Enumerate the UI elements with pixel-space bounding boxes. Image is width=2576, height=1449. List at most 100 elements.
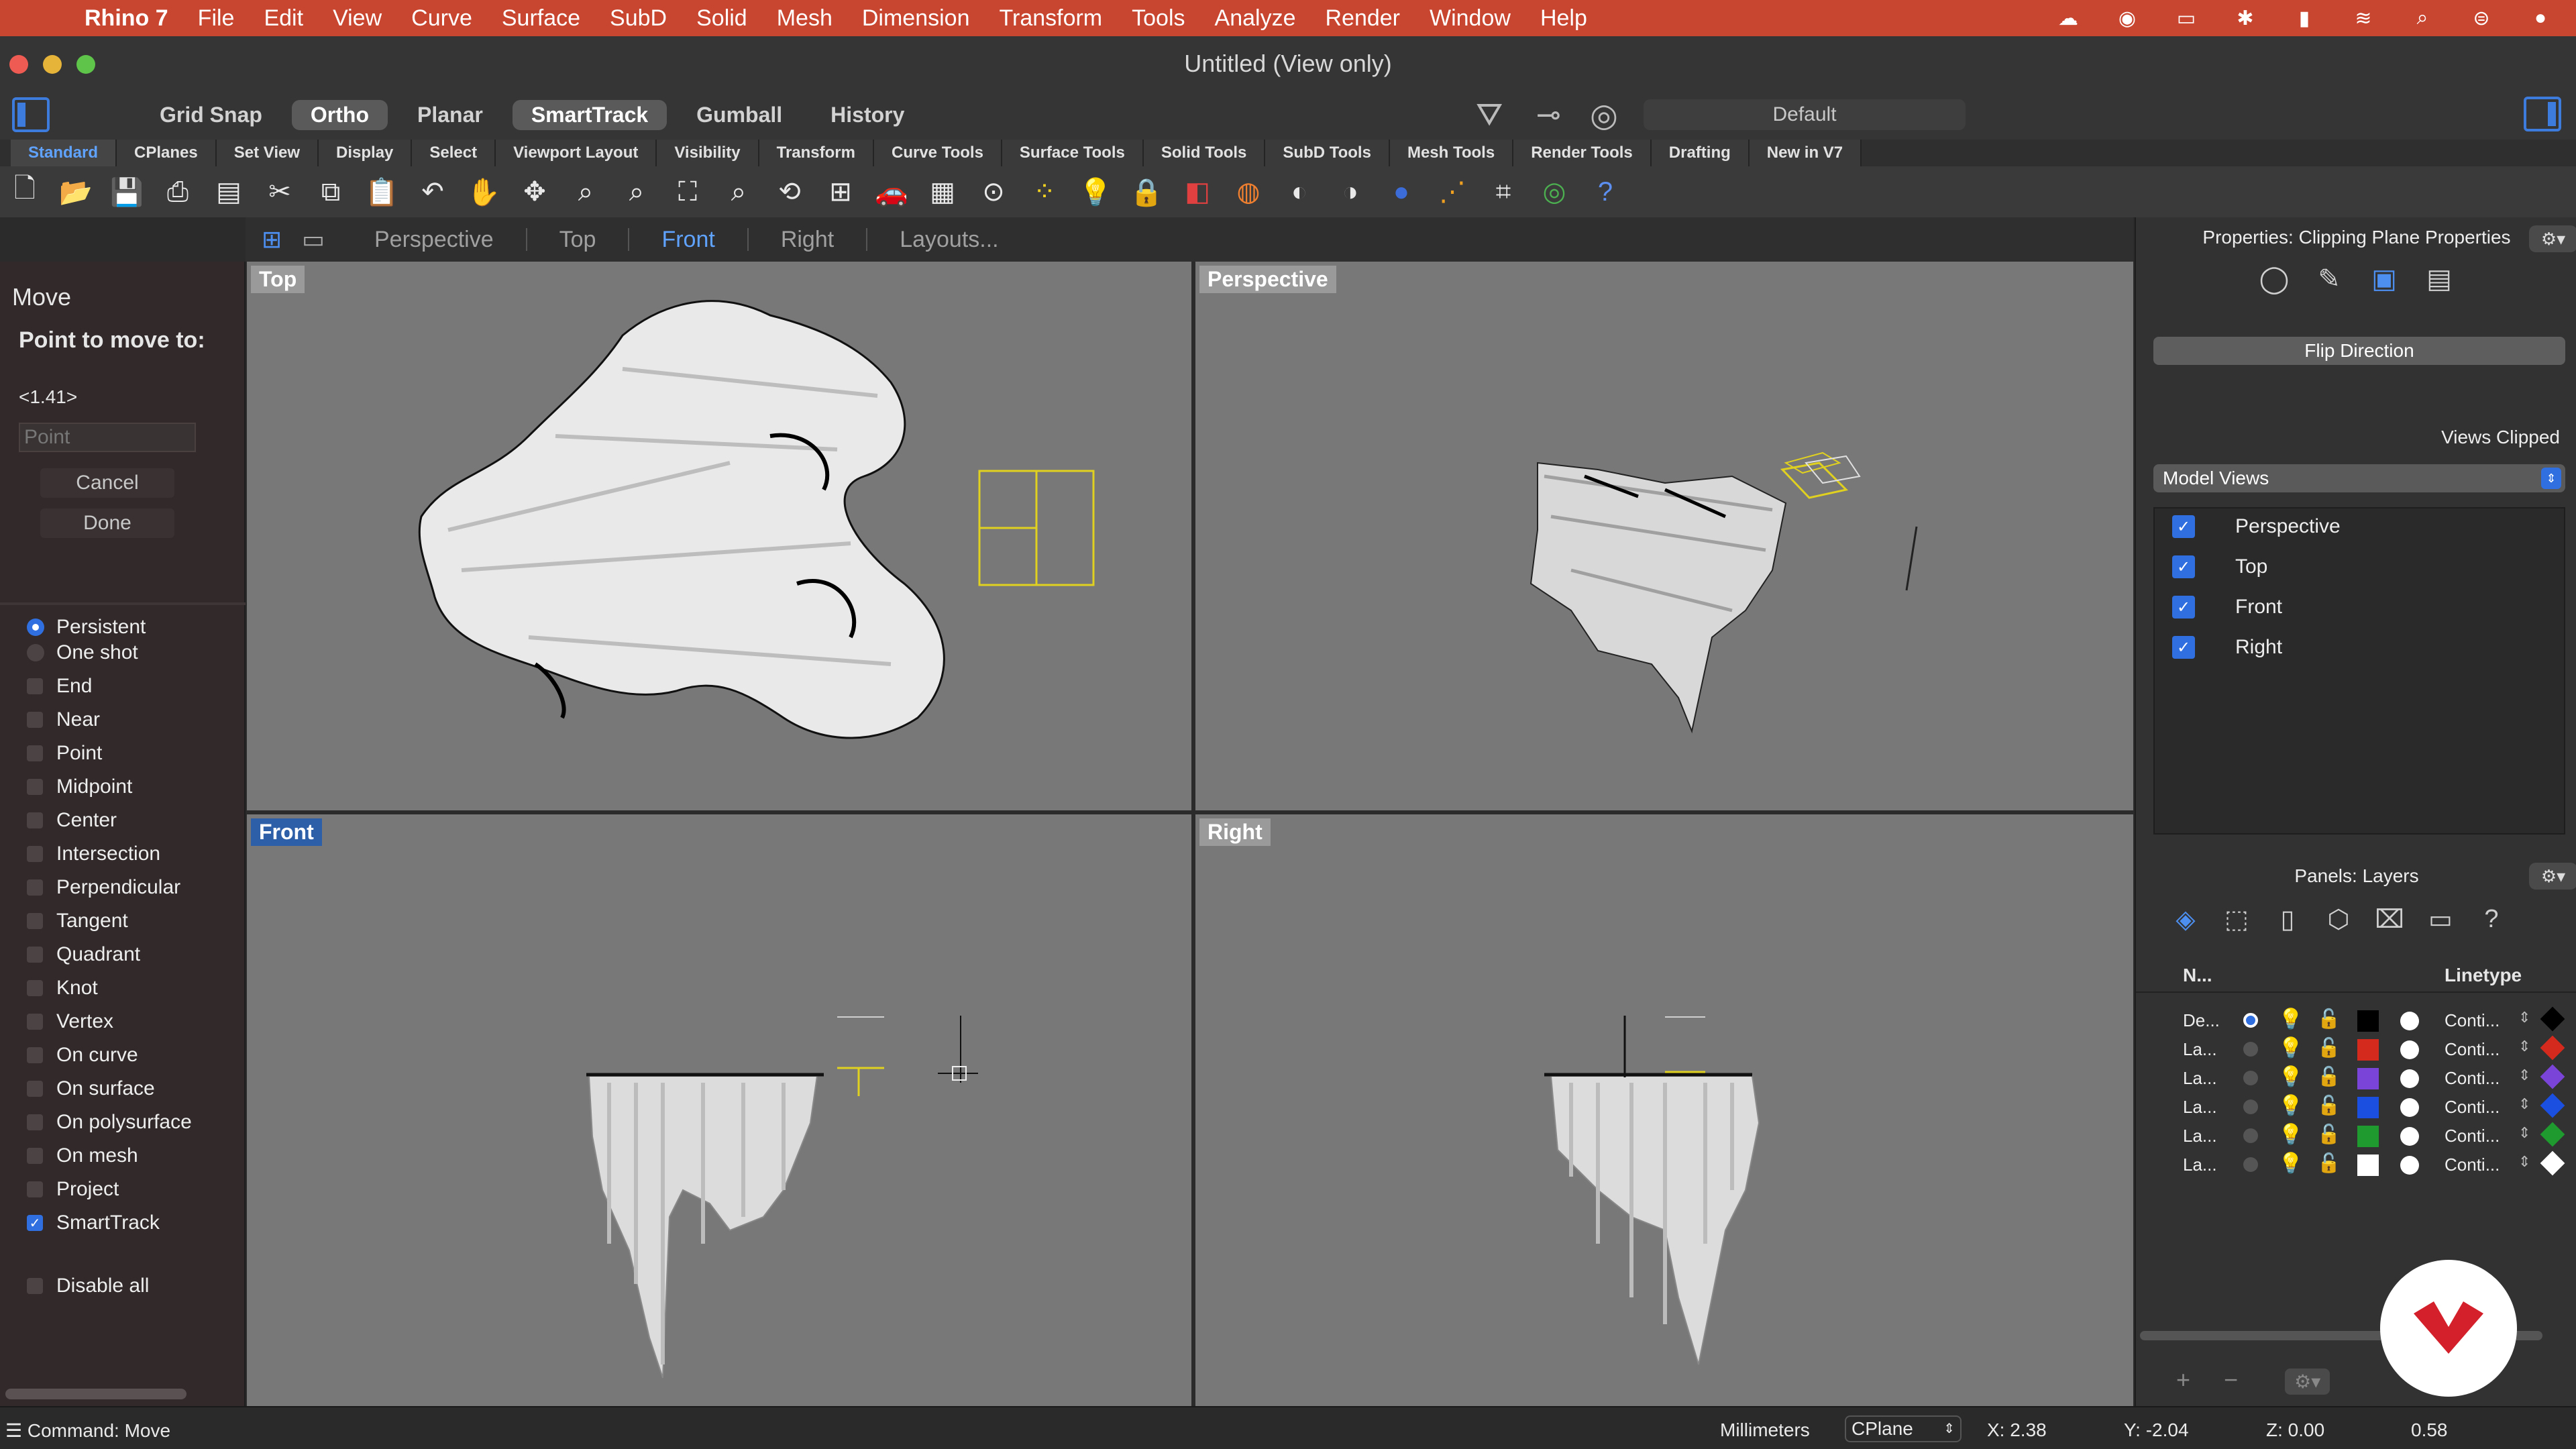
tab-mesh-tools[interactable]: Mesh Tools <box>1389 140 1514 166</box>
osnap-quadrant[interactable]: Quadrant <box>27 943 140 966</box>
properties-gear-icon[interactable]: ⚙▾ <box>2529 225 2576 252</box>
material-icon[interactable] <box>2400 1098 2419 1117</box>
layer-name[interactable]: La... <box>2183 1097 2217 1118</box>
checkbox-checked-icon[interactable]: ✓ <box>2172 596 2195 619</box>
checkbox-icon[interactable] <box>27 745 43 761</box>
block-icon[interactable]: ⬡ <box>2322 903 2355 935</box>
tab-display[interactable]: Display <box>319 140 413 166</box>
copy-icon[interactable]: ⧉ <box>313 174 349 210</box>
gumball-toggle[interactable]: Gumball <box>678 100 801 130</box>
tab-new-in-v7[interactable]: New in V7 <box>1749 140 1862 166</box>
panel-scrollbar[interactable] <box>5 1389 186 1399</box>
light-bulb-icon[interactable]: 💡 <box>1077 174 1114 210</box>
viewport-perspective[interactable]: Perspective <box>1195 262 2133 810</box>
siri-icon[interactable]: ● <box>2525 5 2556 32</box>
control-center-icon[interactable]: ⊜ <box>2466 5 2497 32</box>
menu-app[interactable]: Rhino 7 <box>85 5 168 32</box>
shaded-sphere-icon[interactable]: ◐ <box>1281 174 1318 210</box>
menu-dimension[interactable]: Dimension <box>862 5 970 32</box>
view-item-top[interactable]: ✓ Top <box>2172 555 2267 578</box>
osnap-knot[interactable]: Knot <box>27 977 98 1000</box>
menu-solid[interactable]: Solid <box>696 5 747 32</box>
current-layer-icon[interactable] <box>2243 1128 2258 1143</box>
osnap-tangent[interactable]: Tangent <box>27 910 128 932</box>
checkbox-icon[interactable] <box>27 1181 43 1197</box>
left-sidebar-toggle-icon[interactable] <box>12 97 50 132</box>
tab-drafting[interactable]: Drafting <box>1651 140 1750 166</box>
display-icon[interactable]: ⬚ <box>2220 903 2253 935</box>
osnap-one-shot[interactable]: One shot <box>27 641 138 664</box>
menu-surface[interactable]: Surface <box>502 5 580 32</box>
layer-color-swatch[interactable] <box>2357 1155 2379 1176</box>
checkbox-checked-icon[interactable]: ✓ <box>27 1215 43 1231</box>
osnap-persistent[interactable]: Persistent <box>27 616 146 639</box>
layer-linetype[interactable]: Conti... <box>2445 1039 2500 1060</box>
tab-surface-tools[interactable]: Surface Tools <box>1002 140 1144 166</box>
planar-toggle[interactable]: Planar <box>398 100 502 130</box>
page-icon[interactable]: ▯ <box>2271 903 2304 935</box>
light-bulb-icon[interactable]: 💡 <box>2278 1008 2303 1031</box>
layer-color-swatch[interactable] <box>2357 1097 2379 1118</box>
help-icon[interactable]: ? <box>2475 903 2508 935</box>
car-icon[interactable]: 🚗 <box>873 174 910 210</box>
radio-icon[interactable] <box>27 644 44 661</box>
osnap-on-mesh[interactable]: On mesh <box>27 1144 138 1167</box>
layer-col-linetype[interactable]: Linetype <box>2445 965 2522 986</box>
current-layer-icon[interactable] <box>2243 1099 2258 1114</box>
remove-layer-icon[interactable]: − <box>2224 1366 2238 1393</box>
dim-icon[interactable]: ⋰ <box>1434 174 1470 210</box>
material-icon[interactable] <box>2400 1156 2419 1175</box>
menu-curve[interactable]: Curve <box>411 5 472 32</box>
viewport-label-right[interactable]: Right <box>1199 818 1271 846</box>
viewport-top[interactable]: Top <box>247 262 1191 810</box>
print-color-icon[interactable] <box>2540 1006 2565 1032</box>
properties-page-icon[interactable]: ▤ <box>211 174 247 210</box>
points-on-icon[interactable]: ⁘ <box>1026 174 1063 210</box>
layer-row[interactable]: La... 💡 🔓 Conti... ⇕ <box>2136 1034 2576 1062</box>
lock-icon[interactable]: 🔒 <box>1128 174 1165 210</box>
point-input[interactable]: Point <box>19 423 196 452</box>
cancel-button[interactable]: Cancel <box>40 468 174 498</box>
vp-tab-perspective[interactable]: Perspective <box>342 228 527 251</box>
layer-linetype[interactable]: Conti... <box>2445 1097 2500 1118</box>
select-arrows-icon[interactable]: ⇕ <box>2541 468 2561 489</box>
rendered-sphere-icon[interactable]: ◑ <box>1332 174 1368 210</box>
add-layer-icon[interactable]: + <box>2176 1366 2190 1393</box>
display-icon[interactable]: ▭ <box>2171 5 2202 32</box>
lock-icon[interactable]: 🔓 <box>2317 1036 2341 1059</box>
menu-tools[interactable]: Tools <box>1132 5 1185 32</box>
select-arrows-icon[interactable]: ⇕ <box>2518 1095 2530 1113</box>
cloud-icon[interactable]: ☁ <box>2053 5 2084 32</box>
current-layer-icon[interactable] <box>2243 1071 2258 1085</box>
command-line[interactable]: ☰ Command: Move <box>5 1419 170 1442</box>
viewport-label-top[interactable]: Top <box>251 266 305 293</box>
select-filter-icon[interactable]: ⌗ <box>1485 174 1521 210</box>
osnap-midpoint[interactable]: Midpoint <box>27 775 132 798</box>
single-viewport-icon[interactable]: ▭ <box>302 225 342 254</box>
rotate-view-icon[interactable]: ✥ <box>517 174 553 210</box>
menu-window[interactable]: Window <box>1430 5 1511 32</box>
osnap-on-curve[interactable]: On curve <box>27 1044 138 1067</box>
checkbox-checked-icon[interactable]: ✓ <box>2172 555 2195 578</box>
checkbox-icon[interactable] <box>27 1114 43 1130</box>
lock-icon[interactable]: 🔓 <box>2317 1008 2341 1030</box>
zoom-window-icon[interactable]: ⌕ <box>619 174 655 210</box>
menu-subd[interactable]: SubD <box>610 5 667 32</box>
app-logo-badge[interactable] <box>2380 1260 2517 1397</box>
named-views-icon[interactable]: ▤ <box>2422 262 2457 297</box>
print-color-icon[interactable] <box>2540 1093 2565 1118</box>
layer-linetype[interactable]: Conti... <box>2445 1126 2500 1146</box>
osnap-smarttrack[interactable]: ✓ SmartTrack <box>27 1212 160 1234</box>
select-arrows-icon[interactable]: ⇕ <box>2518 1009 2530 1026</box>
smarttrack-toggle[interactable]: SmartTrack <box>512 99 667 130</box>
monitor-icon[interactable]: ▭ <box>2424 903 2457 935</box>
osnap-perpendicular[interactable]: Perpendicular <box>27 876 180 899</box>
material-icon[interactable] <box>2400 1127 2419 1146</box>
radio-icon[interactable] <box>27 619 44 636</box>
view-item-right[interactable]: ✓ Right <box>2172 636 2282 659</box>
viewport-label-perspective[interactable]: Perspective <box>1199 266 1336 293</box>
cplane-select[interactable]: CPlane ⇕ <box>1845 1415 1962 1442</box>
target-icon[interactable]: ◎ <box>1590 97 1618 134</box>
checkbox-icon[interactable] <box>27 879 43 896</box>
checkbox-icon[interactable] <box>27 1014 43 1030</box>
